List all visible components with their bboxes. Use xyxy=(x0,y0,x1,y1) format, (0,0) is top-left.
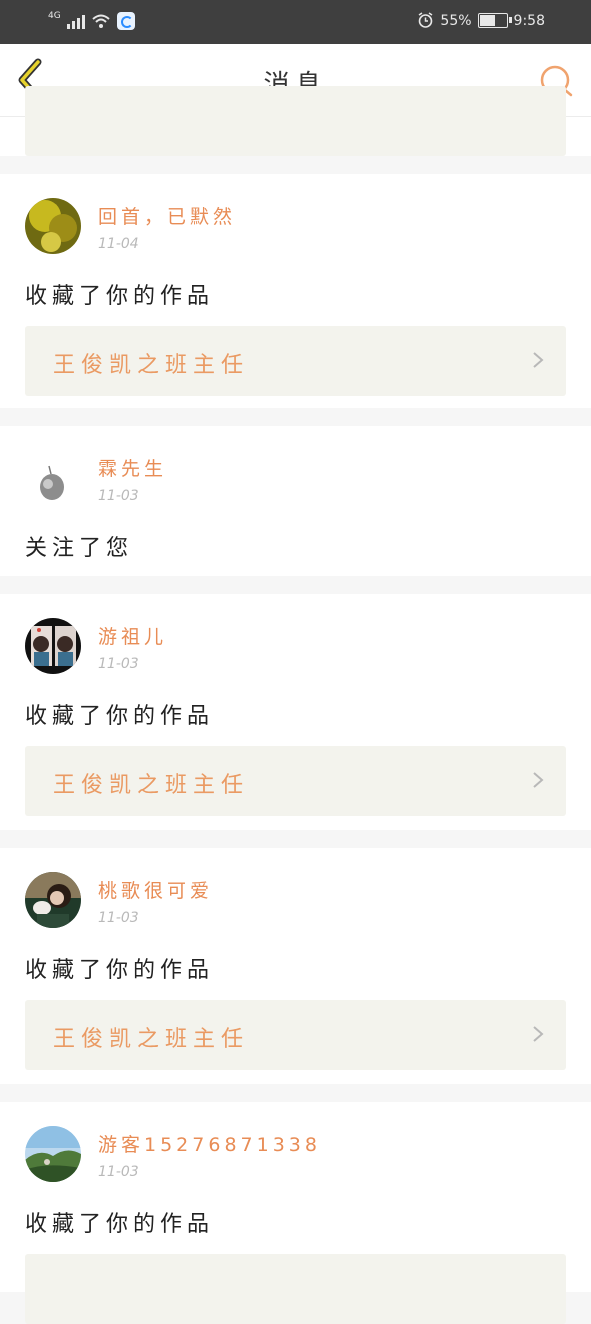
message-action: 关注了您 xyxy=(25,536,134,561)
message-card: 桃歌很可爱 11-03 收藏了你的作品 王俊凯之班主任 xyxy=(0,848,591,1084)
work-title: 王俊凯之班主任 xyxy=(53,773,250,798)
battery-percent: 55% xyxy=(440,12,472,29)
work-link-partial[interactable] xyxy=(25,86,566,156)
status-bar: 4G 55% 9:58 xyxy=(0,0,591,44)
message-card: 回首，已默然 11-04 收藏了你的作品 王俊凯之班主任 xyxy=(0,174,591,408)
app-notification-icon xyxy=(116,12,135,30)
username[interactable]: 游客15276871338 xyxy=(98,1130,321,1157)
work-link[interactable]: 王俊凯之班主任 xyxy=(25,746,566,816)
username[interactable]: 游祖儿 xyxy=(98,622,167,649)
work-link[interactable]: 王俊凯之班主任 xyxy=(25,326,566,396)
work-title: 王俊凯之班主任 xyxy=(53,353,250,378)
alarm-icon xyxy=(419,12,433,28)
network-type: 4G xyxy=(48,10,61,21)
message-action: 收藏了你的作品 xyxy=(25,704,215,729)
username[interactable]: 霖先生 xyxy=(98,454,167,481)
work-title: 王俊凯之班主任 xyxy=(53,1027,250,1052)
signal-icon xyxy=(66,13,85,29)
message-date: 11-03 xyxy=(98,656,139,672)
message-card: 游祖儿 11-03 收藏了你的作品 王俊凯之班主任 xyxy=(0,594,591,830)
message-action: 收藏了你的作品 xyxy=(25,284,215,309)
clock: 9:58 xyxy=(513,12,545,29)
message-card: 霖先生 11-03 关注了您 xyxy=(0,426,591,576)
avatar[interactable] xyxy=(25,618,81,674)
message-date: 11-03 xyxy=(98,488,139,504)
message-card: 游客15276871338 11-03 收藏了你的作品 xyxy=(0,1102,591,1324)
wifi-icon xyxy=(92,14,110,28)
avatar[interactable] xyxy=(25,198,81,254)
username[interactable]: 桃歌很可爱 xyxy=(98,876,213,903)
chevron-right-icon xyxy=(533,352,544,368)
message-action: 收藏了你的作品 xyxy=(25,1212,215,1237)
chevron-right-icon xyxy=(533,772,544,788)
avatar[interactable] xyxy=(25,872,81,928)
work-link[interactable]: 王俊凯之班主任 xyxy=(25,1000,566,1070)
avatar[interactable] xyxy=(25,450,81,506)
avatar[interactable] xyxy=(25,1126,81,1182)
work-link[interactable] xyxy=(25,1254,566,1324)
message-date: 11-04 xyxy=(98,236,139,252)
username[interactable]: 回首，已默然 xyxy=(98,202,236,229)
chevron-right-icon xyxy=(533,1026,544,1042)
message-date: 11-03 xyxy=(98,910,139,926)
message-action: 收藏了你的作品 xyxy=(25,958,215,983)
message-date: 11-03 xyxy=(98,1164,139,1180)
message-list: 回首，已默然 11-04 收藏了你的作品 王俊凯之班主任 霖先生 11-03 关… xyxy=(0,86,591,1324)
message-card-partial xyxy=(0,86,591,156)
battery-icon xyxy=(477,13,512,28)
